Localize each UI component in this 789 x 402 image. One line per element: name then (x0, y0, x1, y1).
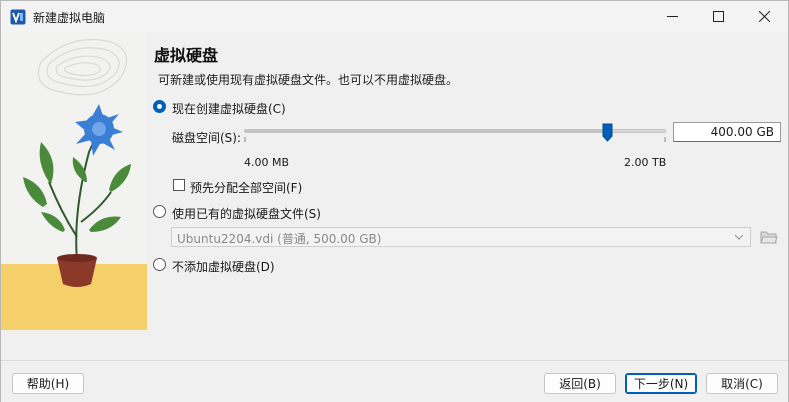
wizard-illustration (1, 32, 147, 330)
disk-size-input[interactable]: 400.00 GB (673, 122, 781, 142)
virtualbox-app-icon (10, 9, 26, 25)
new-vm-dialog: 新建虚拟电脑 虚拟硬盘 可新建或使用现有虚拟硬盘文件。也可以不用虚拟硬盘。 现在… (0, 0, 789, 402)
disk-size-slider[interactable] (244, 123, 666, 142)
use-existing-disk-label[interactable]: 使用已有的虚拟硬盘文件(S) (172, 205, 321, 222)
page-title: 虚拟硬盘 (154, 46, 219, 65)
existing-disk-value: Ubuntu2204.vdi (普通, 500.00 GB) (177, 232, 382, 246)
page-description: 可新建或使用现有虚拟硬盘文件。也可以不用虚拟硬盘。 (158, 73, 459, 87)
preallocate-label[interactable]: 预先分配全部空间(F) (190, 179, 302, 196)
slider-ticks (244, 137, 666, 142)
disk-size-label: 磁盘空间(S): (172, 131, 242, 145)
existing-disk-select[interactable]: Ubuntu2204.vdi (普通, 500.00 GB) (171, 227, 751, 247)
chevron-down-icon (734, 231, 744, 245)
folder-open-icon (760, 231, 778, 244)
minimize-button[interactable] (649, 1, 695, 32)
close-icon (758, 11, 770, 22)
minimize-icon (666, 16, 678, 17)
no-disk-radio[interactable] (153, 258, 166, 271)
create-new-disk-label[interactable]: 现在创建虚拟硬盘(C) (172, 100, 286, 117)
back-button[interactable]: 返回(B) (544, 373, 616, 394)
slider-fill (245, 130, 608, 132)
title-bar: 新建虚拟电脑 (1, 1, 788, 32)
slider-min-label: 4.00 MB (244, 156, 290, 169)
help-button[interactable]: 帮助(H) (12, 373, 84, 394)
cancel-button[interactable]: 取消(C) (706, 373, 778, 394)
use-existing-disk-radio[interactable] (153, 205, 166, 218)
window-title: 新建虚拟电脑 (33, 11, 106, 25)
dialog-footer: 帮助(H) 返回(B) 下一步(N) 取消(C) (1, 360, 788, 402)
maximize-button[interactable] (695, 1, 741, 32)
close-button[interactable] (741, 1, 787, 32)
create-new-disk-radio[interactable] (153, 100, 166, 113)
preallocate-checkbox[interactable] (173, 179, 185, 191)
choose-disk-file-button[interactable] (759, 227, 779, 247)
slider-max-label: 2.00 TB (624, 156, 667, 169)
no-disk-label[interactable]: 不添加虚拟硬盘(D) (172, 258, 275, 275)
maximize-icon (712, 11, 724, 22)
next-button[interactable]: 下一步(N) (625, 373, 697, 394)
